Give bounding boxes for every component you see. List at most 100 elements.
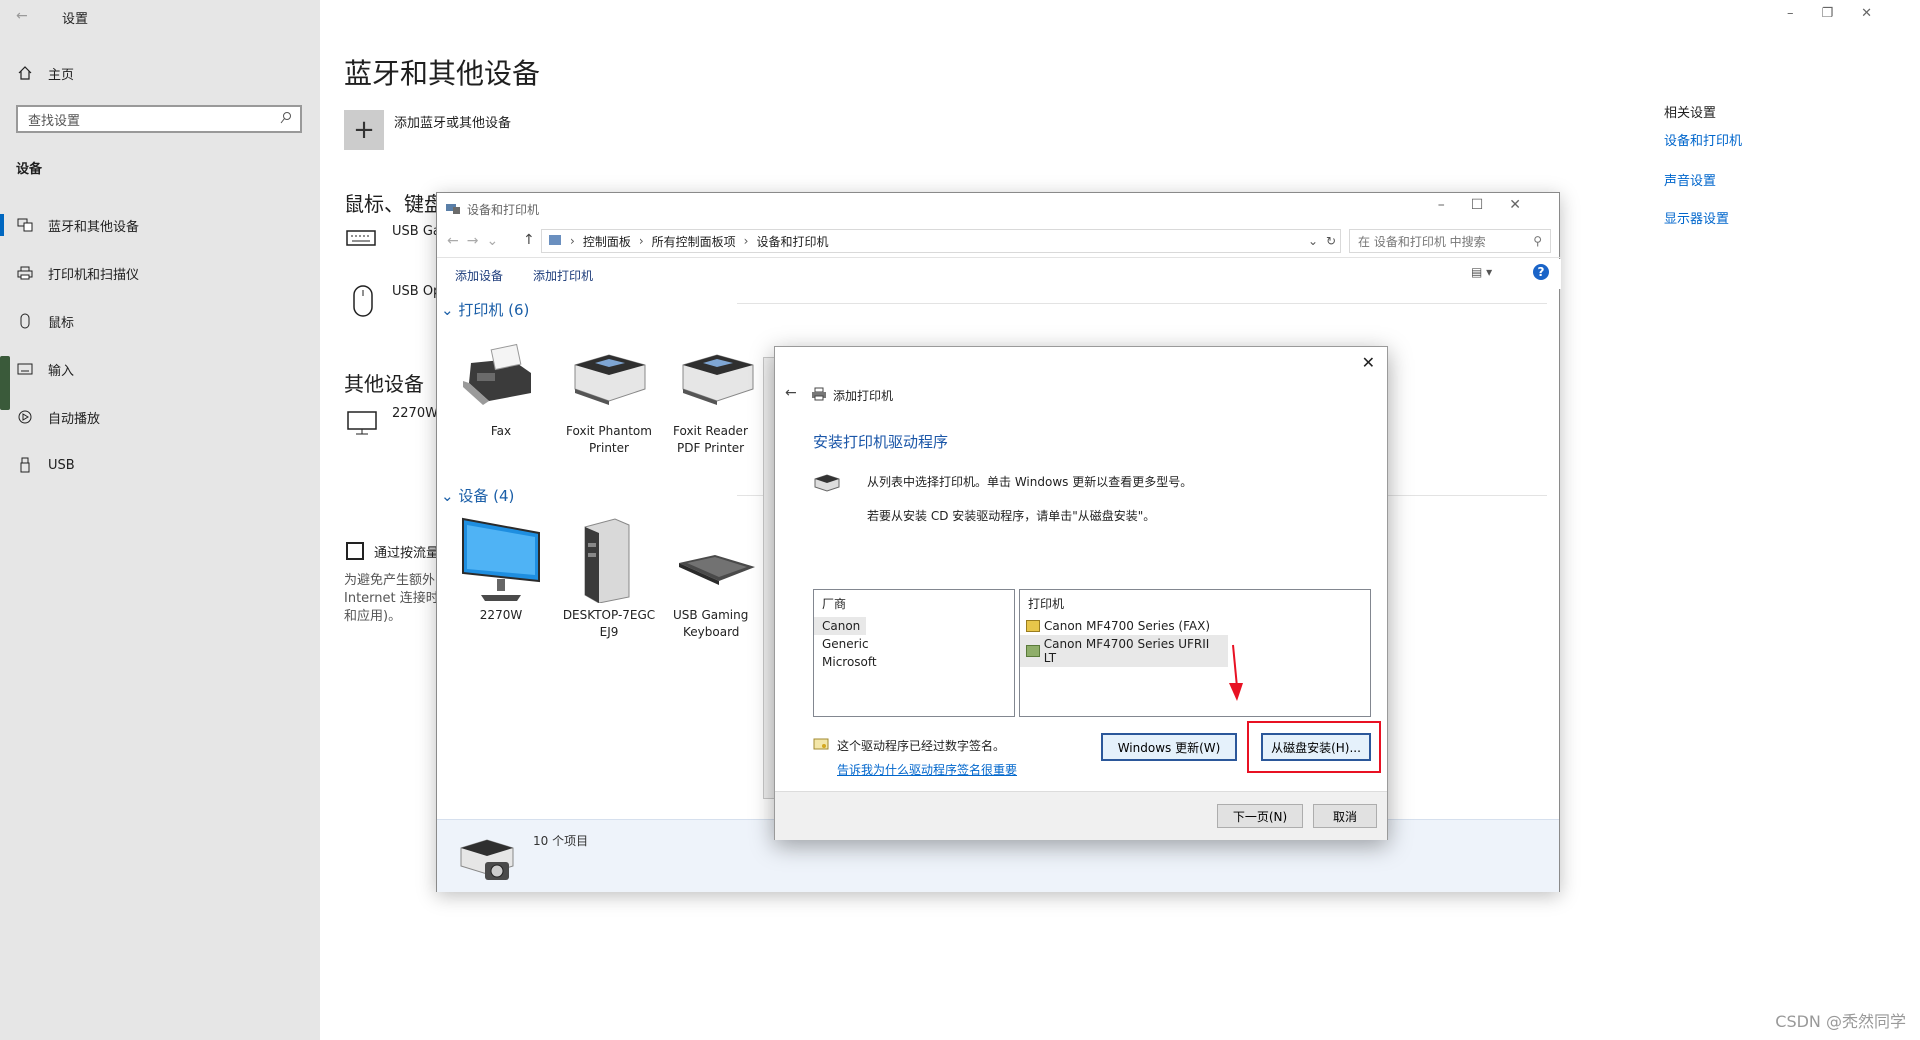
device-label: 2270W xyxy=(479,608,523,622)
nav-item-printers[interactable]: 打印机和扫描仪 xyxy=(16,256,316,290)
printer-model-label: Canon MF4700 Series UFRII LT xyxy=(1043,637,1210,665)
printers-section-header[interactable]: ⌄ 打印机 (6) xyxy=(441,299,529,320)
back-arrow-icon[interactable]: ← xyxy=(16,8,28,24)
printer-model-listbox[interactable]: 打印机 Canon MF4700 Series (FAX) Canon MF47… xyxy=(1019,589,1371,717)
devices-section-header[interactable]: ⌄ 设备 (4) xyxy=(441,485,514,506)
metered-checkbox[interactable] xyxy=(346,542,364,560)
desktop-tower-icon xyxy=(575,515,635,607)
metered-description: 为避免产生额外 Internet 连接时 和应用)。 xyxy=(344,572,439,626)
refresh-icon[interactable]: ↻ xyxy=(1326,234,1336,248)
dp-search-placeholder: 在 设备和打印机 中搜索 xyxy=(1358,234,1486,249)
section-divider xyxy=(737,303,1547,304)
printer-model-label: Canon MF4700 Series (FAX) xyxy=(1044,619,1211,633)
item-count: 10 个项目 xyxy=(533,834,589,848)
printer-foxit-phantom[interactable]: Foxit Phantom Printer xyxy=(559,423,659,457)
add-device-button[interactable]: 添加蓝牙或其他设备 xyxy=(394,112,511,131)
dialog-back-icon[interactable]: ← xyxy=(785,385,797,401)
usb-optical-device[interactable]: USB Op xyxy=(392,284,441,299)
cancel-button[interactable]: 取消 xyxy=(1313,804,1377,828)
search-placeholder: 查找设置 xyxy=(28,113,81,129)
bluetooth-devices-icon xyxy=(16,216,34,234)
nav-home[interactable]: 主页 xyxy=(16,56,316,90)
selected-indicator xyxy=(0,214,4,236)
certificate-icon xyxy=(813,737,829,755)
windows-update-button[interactable]: Windows 更新(W) xyxy=(1101,733,1237,761)
link-sound-settings[interactable]: 声音设置 xyxy=(1664,170,1716,189)
printer-model-item[interactable]: Canon MF4700 Series (FAX) xyxy=(1020,617,1370,635)
nav-item-bluetooth[interactable]: 蓝牙和其他设备 xyxy=(16,208,316,242)
nav-item-label: 自动播放 xyxy=(48,411,101,427)
window-controls[interactable]: –❐✕ xyxy=(1787,6,1900,21)
usb-gaming-device[interactable]: USB Ga xyxy=(392,224,441,239)
dialog-footer: 下一页(N) 取消 xyxy=(775,791,1387,840)
side-edge-widget xyxy=(0,356,10,410)
device-label: USB Gaming xyxy=(673,608,749,622)
settings-window-title: 设置 xyxy=(62,12,89,27)
signed-driver-icon xyxy=(1026,620,1040,632)
mouse-icon xyxy=(16,312,34,330)
add-device-plus-icon[interactable]: + xyxy=(344,110,384,150)
up-arrow-icon[interactable]: ↑ xyxy=(523,232,535,248)
printer-foxit-reader[interactable]: Foxit Reader PDF Printer xyxy=(673,423,773,457)
monitor-2270w-device[interactable]: 2270W xyxy=(392,406,438,421)
device-2270w[interactable]: 2270W xyxy=(451,607,551,624)
vendor-item-selected[interactable]: Canon xyxy=(814,617,866,635)
printer-driver-icon xyxy=(813,471,841,497)
dialog-title: 添加打印机 xyxy=(833,389,894,403)
view-options-icon[interactable]: ▤ ▾ xyxy=(1471,265,1492,279)
signed-driver-text: 这个驱动程序已经过数字签名。 xyxy=(837,739,1006,753)
metered-checkbox-label: 通过按流量 xyxy=(374,546,440,561)
nav-item-autoplay[interactable]: 自动播放 xyxy=(16,400,316,434)
dp-search-input[interactable]: 在 设备和打印机 中搜索 ⚲ xyxy=(1349,229,1551,253)
mouse-device-icon xyxy=(352,284,374,322)
breadcrumb-item[interactable]: 所有控制面板项 xyxy=(652,233,736,250)
printer-list-header: 打印机 xyxy=(1028,597,1065,611)
device-label: DESKTOP-7EGC xyxy=(562,608,656,622)
nav-item-input[interactable]: 输入 xyxy=(16,352,316,386)
red-arrow-annotation xyxy=(1223,643,1247,707)
breadcrumb-item[interactable]: 设备和打印机 xyxy=(756,233,828,250)
dialog-close-icon[interactable]: ✕ xyxy=(1362,353,1375,372)
settings-search-input[interactable]: 查找设置 xyxy=(16,105,302,133)
nav-item-mouse[interactable]: 鼠标 xyxy=(16,304,316,338)
vendor-item[interactable]: Generic xyxy=(814,635,1014,653)
dialog-description-1: 从列表中选择打印机。单击 Windows 更新以查看更多型号。 xyxy=(867,475,1193,489)
printers-header-label: 打印机 (6) xyxy=(458,301,530,319)
foxit-phantom-printer-icon xyxy=(567,349,651,411)
dp-titlebar: 设备和打印机 –☐✕ xyxy=(437,193,1559,225)
devices-printers-icon xyxy=(445,201,461,219)
metered-desc-line: 和应用)。 xyxy=(344,609,402,624)
autoplay-icon xyxy=(16,408,34,426)
vendor-listbox[interactable]: 厂商 Canon Generic Microsoft xyxy=(813,589,1015,717)
add-printer-dialog: ✕ ← 添加打印机 安装打印机驱动程序 从列表中选择打印机。单击 Windows… xyxy=(774,346,1388,840)
home-icon xyxy=(16,64,34,82)
nav-item-usb[interactable]: USB xyxy=(16,448,316,482)
nav-item-label: 输入 xyxy=(48,363,75,379)
nav-section-title: 设备 xyxy=(16,162,43,177)
nav-item-label: 鼠标 xyxy=(48,315,75,331)
breadcrumb-item[interactable]: 控制面板 xyxy=(583,233,631,250)
breadcrumb[interactable]: › 控制面板 › 所有控制面板项 › 设备和打印机 ⌄ ↻ xyxy=(541,229,1341,253)
printer-model-item-selected[interactable]: Canon MF4700 Series UFRII LT xyxy=(1020,635,1228,667)
vendor-list-header: 厂商 xyxy=(822,597,847,611)
dialog-heading: 安装打印机驱动程序 xyxy=(813,433,949,451)
printer-fax[interactable]: Fax xyxy=(451,423,551,440)
device-usb-keyboard[interactable]: USB Gaming Keyboard xyxy=(673,607,773,641)
collapse-chevron-icon: ⌄ xyxy=(441,301,459,319)
link-display-settings[interactable]: 显示器设置 xyxy=(1664,208,1729,227)
driver-signing-help-link[interactable]: 告诉我为什么驱动程序签名很重要 xyxy=(837,761,1017,778)
nav-back-forward-icon[interactable]: ←→⌄ xyxy=(447,233,506,249)
search-icon: ⚲ xyxy=(1533,234,1542,248)
next-button[interactable]: 下一页(N) xyxy=(1217,804,1303,828)
device-desktop[interactable]: DESKTOP-7EGC EJ9 xyxy=(559,607,659,641)
help-icon[interactable]: ? xyxy=(1533,264,1549,280)
chevron-down-icon[interactable]: ⌄ xyxy=(1308,234,1318,248)
vendor-item[interactable]: Microsoft xyxy=(814,653,1014,671)
device-label: Keyboard xyxy=(683,625,740,639)
foxit-reader-printer-icon xyxy=(675,349,759,411)
signed-driver-icon xyxy=(1026,645,1040,657)
add-printer-command[interactable]: 添加打印机 xyxy=(533,267,593,284)
add-device-command[interactable]: 添加设备 xyxy=(455,267,503,284)
dp-window-controls[interactable]: –☐✕ xyxy=(1438,197,1547,213)
link-devices-printers[interactable]: 设备和打印机 xyxy=(1664,130,1742,149)
